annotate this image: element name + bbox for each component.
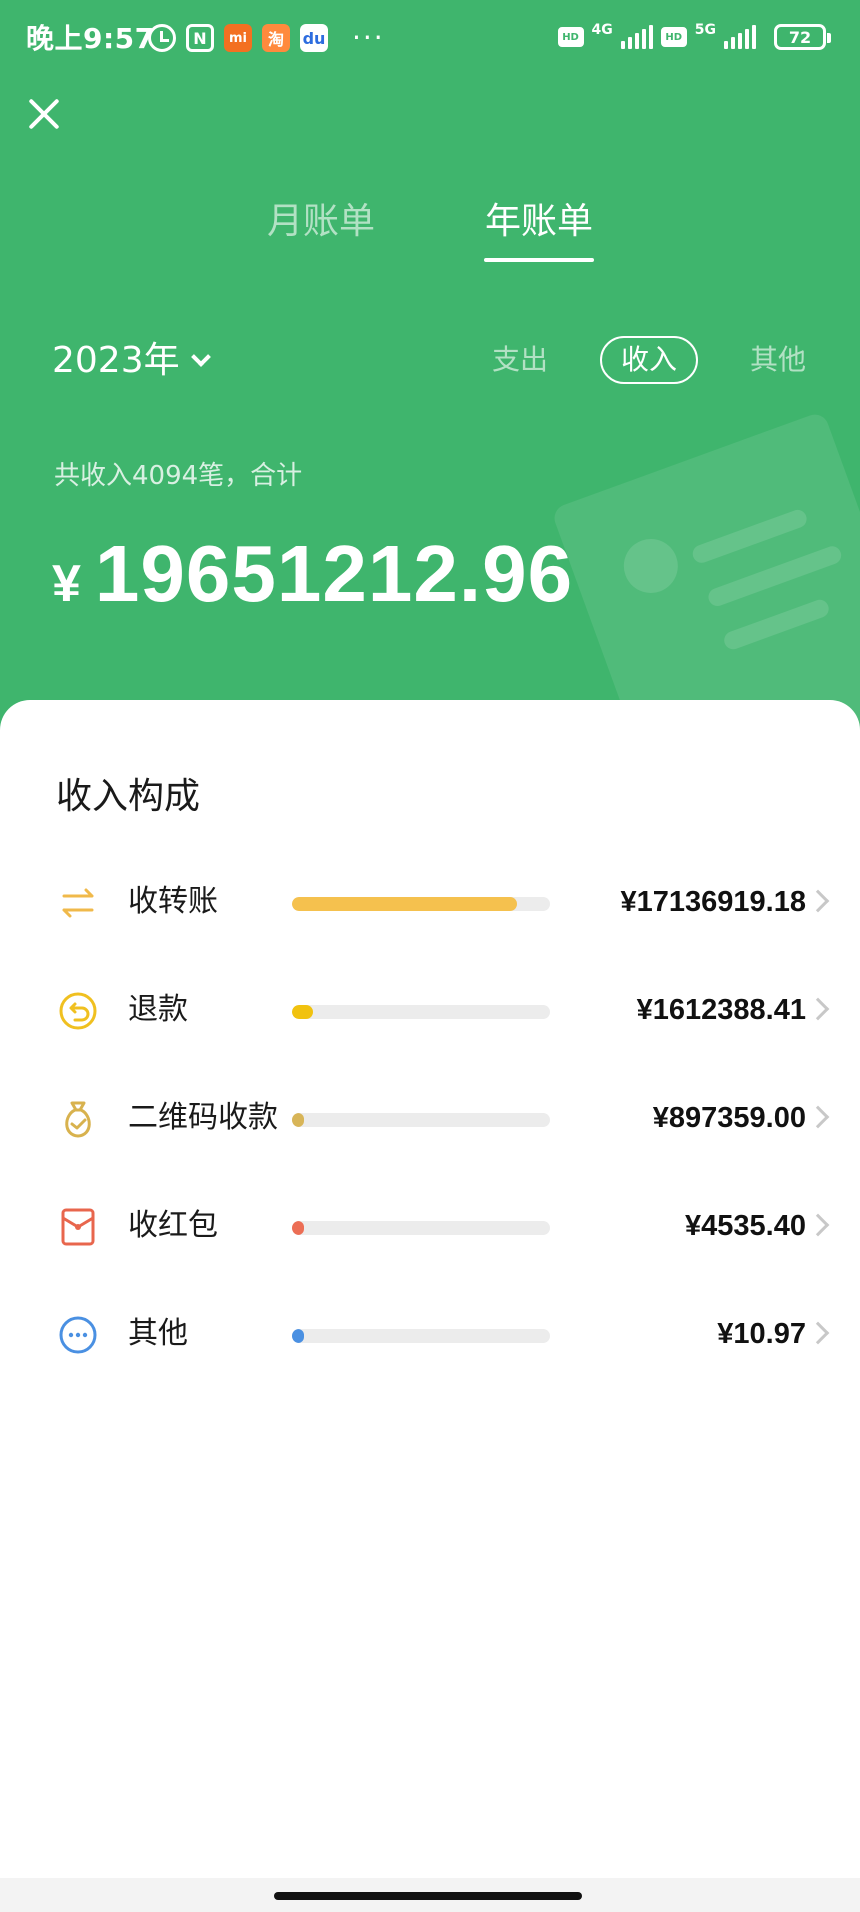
- more-notifications-icon: ···: [352, 21, 385, 54]
- progress-fill: [292, 1005, 313, 1019]
- status-system-icons: HD 4G HD 5G 72: [557, 22, 831, 50]
- more-dots-icon: [59, 1316, 97, 1354]
- row-label: 其他: [128, 1316, 188, 1351]
- close-icon[interactable]: [22, 92, 66, 136]
- row-amount: ¥1612388.41: [636, 994, 806, 1026]
- breakdown-row-transfer[interactable]: 收转账 ¥17136919.18: [0, 873, 860, 933]
- total-amount-value: 19651212.96: [94, 529, 574, 618]
- transfer-arrows-icon: [62, 888, 94, 918]
- header-panel: 晚上9:57 N mi 淘 du ··· HD 4G HD 5G 72 月账单 …: [0, 0, 860, 740]
- row-amount: ¥17136919.18: [620, 886, 806, 918]
- row-label: 收转账: [128, 884, 218, 919]
- progress-fill: [292, 1329, 304, 1343]
- progress-track: [292, 897, 550, 911]
- chevron-right-icon: [806, 997, 830, 1021]
- filter-income[interactable]: 收入: [600, 336, 698, 384]
- active-tab-indicator: [484, 258, 594, 262]
- home-indicator[interactable]: [274, 1892, 582, 1900]
- income-summary: 共收入4094笔，合计: [54, 461, 303, 491]
- breakdown-title: 收入构成: [56, 776, 201, 817]
- decorative-document-graphic: [550, 410, 860, 740]
- chevron-right-icon: [806, 1105, 830, 1129]
- breakdown-row-red-packet[interactable]: 收红包 ¥4535.40: [0, 1197, 860, 1257]
- hd-icon: HD: [557, 27, 584, 47]
- currency-symbol: ¥: [52, 555, 81, 613]
- battery-icon: 72: [774, 24, 831, 50]
- filter-expense[interactable]: 支出: [484, 336, 556, 384]
- mi-app-icon: mi: [224, 24, 252, 52]
- red-packet-icon: [61, 1208, 95, 1246]
- breakdown-row-refund[interactable]: 退款 ¥1612388.41: [0, 981, 860, 1041]
- row-amount: ¥4535.40: [685, 1210, 806, 1242]
- network-4g-label: 4G: [591, 22, 613, 38]
- alarm-icon: [148, 24, 176, 52]
- breakdown-row-other[interactable]: 其他 ¥10.97: [0, 1305, 860, 1365]
- row-label: 退款: [128, 992, 188, 1027]
- signal-icon: [620, 25, 653, 49]
- chevron-right-icon: [806, 1213, 830, 1237]
- nfc-icon: N: [186, 24, 214, 52]
- battery-level: 72: [788, 27, 812, 47]
- bill-tabs: 月账单 年账单: [0, 196, 860, 266]
- status-notification-icons: N mi 淘 du ···: [148, 24, 385, 52]
- chevron-down-icon: [190, 347, 211, 367]
- taobao-app-icon: 淘: [262, 24, 290, 52]
- year-selector[interactable]: 2023年: [52, 336, 211, 386]
- total-amount: ¥ 19651212.96: [52, 528, 573, 620]
- chevron-right-icon: [806, 1321, 830, 1345]
- money-bag-icon: [65, 1101, 91, 1138]
- row-amount: ¥897359.00: [652, 1102, 806, 1134]
- progress-fill: [292, 1221, 304, 1235]
- row-label: 二维码收款: [128, 1100, 278, 1135]
- filter-other[interactable]: 其他: [742, 336, 814, 384]
- baidu-app-icon: du: [300, 24, 328, 52]
- row-amount: ¥10.97: [717, 1318, 806, 1350]
- refund-icon: [59, 992, 97, 1030]
- income-breakdown-card: 收入构成 收转账 ¥17136919.18 退款 ¥1612388.41 二维码…: [0, 700, 860, 1912]
- progress-track: [292, 1005, 550, 1019]
- year-label: 2023年: [52, 340, 180, 381]
- progress-track: [292, 1329, 550, 1343]
- breakdown-row-qr-payment[interactable]: 二维码收款 ¥897359.00: [0, 1089, 860, 1149]
- network-5g-label: 5G: [694, 22, 716, 38]
- progress-track: [292, 1113, 550, 1127]
- status-time: 晚上9:57: [26, 22, 155, 55]
- tab-monthly-bill[interactable]: 月账单: [256, 196, 386, 248]
- annual-bill-page: 晚上9:57 N mi 淘 du ··· HD 4G HD 5G 72 月账单 …: [0, 0, 860, 1912]
- tab-annual-bill[interactable]: 年账单: [474, 196, 604, 248]
- progress-fill: [292, 897, 517, 911]
- status-bar: 晚上9:57 N mi 淘 du ··· HD 4G HD 5G 72: [0, 0, 860, 78]
- signal-icon-2: [724, 25, 756, 49]
- row-label: 收红包: [128, 1208, 218, 1243]
- progress-fill: [292, 1113, 304, 1127]
- chevron-right-icon: [806, 889, 830, 913]
- progress-track: [292, 1221, 550, 1235]
- hd-icon-2: HD: [660, 27, 687, 47]
